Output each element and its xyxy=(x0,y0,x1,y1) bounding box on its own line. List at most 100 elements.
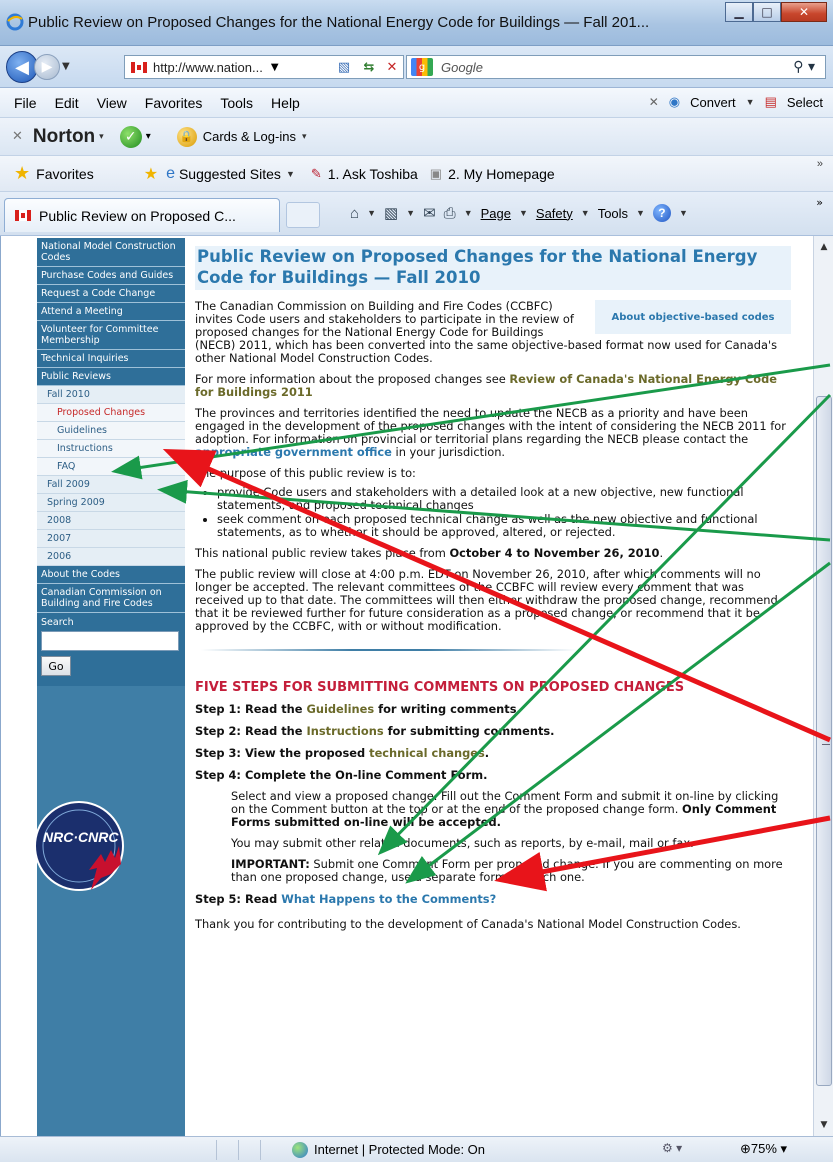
vertical-scrollbar[interactable]: ▲ ▼ xyxy=(813,236,833,1136)
google-logo-icon: g xyxy=(411,58,433,76)
sidebar-item-fall-2009[interactable]: Fall 2009 xyxy=(37,476,185,494)
favorites-button[interactable]: Favorites xyxy=(36,166,94,182)
home-dropdown-icon[interactable]: ▼ xyxy=(367,208,376,218)
instructions-link[interactable]: Instructions xyxy=(307,724,384,738)
help-icon[interactable]: ? xyxy=(652,204,671,222)
scroll-down-icon[interactable]: ▼ xyxy=(814,1116,833,1134)
sidebar-item-2007[interactable]: 2007 xyxy=(37,530,185,548)
suggested-sites-link[interactable]: Suggested Sites xyxy=(179,166,281,182)
sidebar-item-2008[interactable]: 2008 xyxy=(37,512,185,530)
new-tab-button[interactable] xyxy=(286,202,320,228)
sidebar-item-proposed-changes[interactable]: Proposed Changes xyxy=(37,404,185,422)
scroll-up-icon[interactable]: ▲ xyxy=(814,238,833,256)
scroll-thumb[interactable] xyxy=(816,396,832,1086)
minimize-button[interactable]: ▁ xyxy=(725,2,753,22)
search-placeholder[interactable]: Google xyxy=(441,60,483,75)
refresh-icon[interactable]: ⇆ xyxy=(360,58,378,76)
favorites-star-icon[interactable]: ★ xyxy=(14,163,30,184)
sidebar-item-attend-a-meeting[interactable]: Attend a Meeting xyxy=(37,303,185,321)
my-homepage-link[interactable]: 2. My Homepage xyxy=(448,166,555,182)
feeds-icon[interactable]: ▧ xyxy=(384,204,398,222)
menu-favorites[interactable]: Favorites xyxy=(145,95,203,111)
norton-dropdown-icon[interactable]: ▾ xyxy=(99,132,104,142)
sidebar-search-input[interactable] xyxy=(41,631,179,651)
lock-icon: 🔒 xyxy=(176,126,197,147)
print-icon[interactable]: ⎙ xyxy=(444,205,456,222)
ask-toshiba-link[interactable]: 1. Ask Toshiba xyxy=(328,166,418,182)
sidebar-item-national-model-construction-codes[interactable]: National Model Construction Codes xyxy=(37,238,185,267)
url-text[interactable]: http://www.nation... xyxy=(153,60,263,75)
security-zone-status[interactable]: Internet | Protected Mode: On xyxy=(314,1142,485,1157)
guidelines-link[interactable]: Guidelines xyxy=(307,702,375,716)
command-more-icon[interactable]: » xyxy=(816,196,823,209)
browser-tab[interactable]: Public Review on Proposed C... xyxy=(4,198,280,232)
suggested-dropdown-icon[interactable]: ▼ xyxy=(286,169,295,179)
page-dropdown-icon[interactable]: ▼ xyxy=(519,208,528,218)
mail-icon[interactable]: ✉ xyxy=(423,204,436,222)
sidebar-item-spring-2009[interactable]: Spring 2009 xyxy=(37,494,185,512)
convert-button[interactable]: Convert xyxy=(690,95,736,110)
sidebar-item-canadian-commission-on-building-and-fire-codes[interactable]: Canadian Commission on Building and Fire… xyxy=(37,584,185,613)
close-button[interactable]: ✕ xyxy=(781,2,827,22)
stop-icon[interactable]: ✕ xyxy=(383,58,401,76)
zoom-value[interactable]: 75% xyxy=(751,1141,777,1156)
toolbar-close-icon[interactable]: ✕ xyxy=(649,95,659,109)
search-box[interactable]: g Google ⚲ ▾ xyxy=(406,55,826,79)
page-menu[interactable]: Page xyxy=(481,206,511,221)
search-icon[interactable]: ⚲ ▾ xyxy=(793,59,815,75)
forward-button[interactable]: ▶ xyxy=(34,54,60,80)
sidebar-item-about-the-codes[interactable]: About the Codes xyxy=(37,566,185,584)
menu-view[interactable]: View xyxy=(97,95,127,111)
help-dropdown-icon[interactable]: ▼ xyxy=(679,208,688,218)
chevron-more-icon[interactable]: » xyxy=(817,158,823,170)
zoom-level[interactable]: ⊕75% ▾ xyxy=(740,1141,787,1157)
cards-dropdown-icon[interactable]: ▾ xyxy=(302,132,307,142)
tools-dropdown-icon[interactable]: ▼ xyxy=(636,208,645,218)
about-objective-codes-link[interactable]: About objective-based codes xyxy=(595,300,791,334)
menu-edit[interactable]: Edit xyxy=(55,95,79,111)
sidebar-item-purchase-codes-and-guides[interactable]: Purchase Codes and Guides xyxy=(37,267,185,285)
provinces-paragraph: The provinces and territories identified… xyxy=(195,407,791,459)
home-icon[interactable]: ⌂ xyxy=(350,205,359,222)
government-office-link[interactable]: appropriate government office xyxy=(195,445,392,459)
go-button[interactable]: Go xyxy=(41,656,71,676)
tools-menu[interactable]: Tools xyxy=(598,206,628,221)
sidebar-item-2006[interactable]: 2006 xyxy=(37,548,185,566)
cards-logins-button[interactable]: Cards & Log-ins xyxy=(203,129,296,144)
safety-menu[interactable]: Safety xyxy=(536,206,573,221)
norton-logo[interactable]: Norton xyxy=(33,126,95,148)
status-separator xyxy=(238,1140,239,1160)
safety-dropdown-icon[interactable]: ▼ xyxy=(581,208,590,218)
sidebar-item-request-a-code-change[interactable]: Request a Code Change xyxy=(37,285,185,303)
sidebar-item-public-reviews[interactable]: Public Reviews xyxy=(37,368,185,386)
internet-globe-icon xyxy=(292,1142,308,1158)
minimize-icon: ▁ xyxy=(734,5,744,19)
select-button[interactable]: Select xyxy=(787,95,823,110)
menu-help[interactable]: Help xyxy=(271,95,300,111)
sidebar-item-instructions[interactable]: Instructions xyxy=(37,440,185,458)
feeds-dropdown-icon[interactable]: ▼ xyxy=(406,208,415,218)
norton-check-dropdown-icon[interactable]: ▾ xyxy=(146,131,151,142)
toshiba-icon: ✎ xyxy=(310,165,322,181)
menu-tools[interactable]: Tools xyxy=(220,95,253,111)
url-dropdown-icon[interactable]: ▼ xyxy=(271,62,279,73)
norton-safe-check-icon[interactable]: ✓ xyxy=(119,125,142,148)
compatibility-view-icon[interactable]: ▧ xyxy=(335,58,353,76)
menu-file[interactable]: File xyxy=(14,95,37,111)
status-separator xyxy=(216,1140,217,1160)
maximize-button[interactable]: □ xyxy=(753,2,781,22)
sidebar-item-technical-inquiries[interactable]: Technical Inquiries xyxy=(37,350,185,368)
norton-close-icon[interactable]: ✕ xyxy=(12,129,23,144)
sidebar-item-volunteer-for-committee-membership[interactable]: Volunteer for Committee Membership xyxy=(37,321,185,350)
protected-mode-settings-icon[interactable]: ⚙ ▾ xyxy=(662,1141,682,1155)
technical-changes-link[interactable]: technical changes xyxy=(369,746,485,760)
what-happens-link[interactable]: What Happens to the Comments? xyxy=(281,892,496,906)
tab-label[interactable]: Public Review on Proposed C... xyxy=(39,208,236,224)
sidebar-item-faq[interactable]: FAQ xyxy=(37,458,185,476)
sidebar-item-guidelines[interactable]: Guidelines xyxy=(37,422,185,440)
print-dropdown-icon[interactable]: ▼ xyxy=(464,208,473,218)
add-favorite-icon[interactable]: ★ xyxy=(144,164,158,184)
convert-dropdown-icon[interactable]: ▼ xyxy=(746,97,755,107)
history-dropdown-icon[interactable]: ▼ xyxy=(62,61,70,72)
sidebar-item-fall-2010[interactable]: Fall 2010 xyxy=(37,386,185,404)
